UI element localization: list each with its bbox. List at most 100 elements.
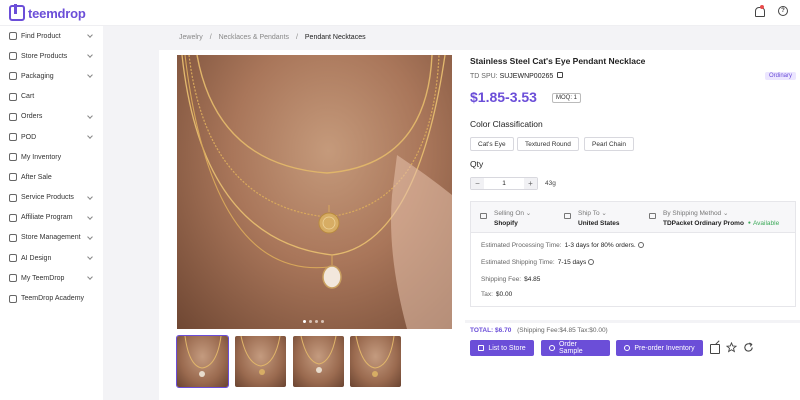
- share-icon[interactable]: [709, 342, 720, 354]
- shipping-panel: Selling On ⌄ Shopify Ship To ⌄ United St…: [470, 201, 796, 307]
- after-sale-icon: [9, 173, 17, 182]
- product-thumbnail-1[interactable]: [176, 335, 229, 388]
- ordinary-badge: Ordinary: [765, 72, 797, 80]
- sidebar-item-after-sale[interactable]: After Sale: [0, 167, 103, 187]
- sidebar-item-my-inventory[interactable]: My Inventory: [0, 147, 103, 167]
- shield-icon: [9, 52, 17, 61]
- shipping-time-value: 7-15 days: [557, 259, 587, 266]
- carousel-dot[interactable]: [303, 320, 306, 323]
- list-icon: [478, 345, 485, 351]
- color-option-cats-eye[interactable]: Cat's Eye: [470, 137, 514, 151]
- sidebar-item-pod[interactable]: POD: [0, 127, 103, 147]
- breadcrumb-separator: /: [295, 34, 298, 41]
- tax-row: Tax: $0.00: [481, 291, 512, 298]
- sidebar-item-affiliate-program[interactable]: Affiliate Program: [0, 208, 103, 228]
- color-option-pearl-chain[interactable]: Pearl Chain: [584, 137, 634, 151]
- availability-status: Available: [748, 220, 779, 227]
- order-sample-button[interactable]: Order Sample: [541, 340, 610, 356]
- ship-to-value: United States: [578, 220, 620, 227]
- chevron-down-icon: [87, 32, 93, 38]
- carousel-dot[interactable]: [315, 320, 318, 323]
- user-icon: [9, 274, 17, 283]
- product-thumbnail-2[interactable]: [235, 336, 286, 387]
- shipping-method-icon: [649, 213, 656, 219]
- chevron-down-icon: [87, 193, 93, 200]
- tax-label: Tax:: [481, 291, 493, 298]
- product-thumbnail-4[interactable]: [350, 336, 401, 387]
- ship-to-label: Ship To: [578, 210, 600, 217]
- info-icon[interactable]: [637, 242, 644, 248]
- sidebar-item-ai-design[interactable]: AI Design: [0, 248, 103, 268]
- list-to-store-button[interactable]: List to Store: [470, 340, 534, 356]
- sidebar-item-find-product[interactable]: Find Product: [0, 26, 103, 46]
- list-to-store-label: List to Store: [488, 344, 526, 352]
- qty-increment-button[interactable]: +: [524, 178, 537, 189]
- total-detail: (Shipping Fee:$4.85 Tax:$0.00): [517, 327, 608, 334]
- affiliate-icon: [9, 213, 17, 222]
- total-label: TOTAL:: [470, 327, 494, 334]
- product-spu: TD SPU: SUJEWNP00265: [470, 72, 564, 80]
- sidebar-item-orders[interactable]: Orders: [0, 107, 103, 127]
- preorder-inventory-button[interactable]: Pre-order Inventory: [616, 340, 703, 356]
- color-option-textured-round[interactable]: Textured Round: [517, 137, 579, 151]
- sidebar-item-teemdrop-academy[interactable]: TeemDrop Academy: [0, 288, 103, 308]
- sidebar-item-store-management[interactable]: Store Management: [0, 228, 103, 248]
- sidebar-item-my-teemdrop[interactable]: My TeemDrop: [0, 268, 103, 288]
- chevron-down-icon: [87, 254, 93, 260]
- logo-text: teemdrop: [28, 5, 86, 21]
- chevron-down-icon: [87, 213, 93, 220]
- product-title: Stainless Steel Cat's Eye Pendant Neckla…: [470, 56, 646, 66]
- color-classification-label: Color Classification: [470, 119, 543, 129]
- sidebar-item-store-products[interactable]: Store Products: [0, 46, 103, 66]
- star-icon[interactable]: [725, 341, 738, 353]
- processing-time-label: Estimated Processing Time:: [481, 242, 562, 249]
- shipping-fee-label: Shipping Fee:: [481, 276, 522, 283]
- chevron-down-icon: [87, 133, 93, 139]
- sidebar-item-label: Affiliate Program: [21, 214, 73, 222]
- selling-on-value: Shopify: [494, 220, 518, 227]
- sidebar-item-label: POD: [21, 133, 37, 141]
- product-thumbnail-3[interactable]: [293, 336, 344, 387]
- sidebar-item-packaging[interactable]: Packaging: [0, 66, 103, 86]
- sidebar-item-cart[interactable]: Cart: [0, 87, 103, 107]
- orders-icon: [9, 112, 17, 121]
- info-icon[interactable]: [588, 259, 595, 265]
- order-sample-label: Order Sample: [558, 341, 583, 355]
- sidebar-item-service-products[interactable]: Service Products: [0, 188, 103, 208]
- breadcrumb-item-jewelry[interactable]: Jewelry: [179, 34, 203, 41]
- shipping-selectors: Selling On ⌄ Shopify Ship To ⌄ United St…: [471, 202, 795, 233]
- inventory-icon: [9, 153, 17, 162]
- pod-icon: [9, 133, 17, 142]
- shipping-method-label: By Shipping Method: [663, 210, 722, 217]
- breadcrumb: Jewelry / Necklaces & Pendants / Pendant…: [179, 34, 366, 41]
- cart-icon: [9, 92, 17, 101]
- teemdrop-logo[interactable]: teemdrop: [9, 4, 86, 21]
- carousel-dot[interactable]: [321, 320, 324, 323]
- shipping-method-value: TDPacket Ordinary Promo: [663, 220, 744, 227]
- help-icon[interactable]: ?: [778, 6, 790, 18]
- chevron-down-icon: [87, 72, 93, 79]
- qty-input[interactable]: 1: [484, 180, 524, 187]
- chevron-down-icon: [87, 274, 93, 281]
- product-main-image[interactable]: [177, 55, 452, 329]
- search-icon: [9, 32, 17, 41]
- breadcrumb-item-necklaces[interactable]: Necklaces & Pendants: [219, 34, 289, 41]
- bell-icon[interactable]: [753, 5, 765, 18]
- chevron-down-icon: [87, 234, 93, 240]
- logo-mark-icon: [9, 4, 25, 21]
- qty-decrement-button[interactable]: −: [471, 178, 484, 189]
- chevron-down-icon: [87, 112, 93, 119]
- refresh-icon[interactable]: [743, 342, 754, 353]
- copy-icon[interactable]: [557, 72, 564, 78]
- sidebar-item-label: Packaging: [21, 72, 54, 80]
- necklace-illustration: [181, 55, 452, 329]
- sidebar: Find Product Store Products Packaging Cart O…: [0, 26, 103, 400]
- product-price: $1.85-3.53: [470, 89, 537, 105]
- sidebar-item-label: After Sale: [21, 173, 52, 181]
- truck-icon: [564, 213, 571, 219]
- carousel-dot[interactable]: [309, 320, 312, 323]
- shipping-time-row: Estimated Shipping Time: 7-15 days: [481, 259, 595, 266]
- qty-label: Qty: [470, 159, 484, 169]
- store-icon: [9, 233, 17, 242]
- shipping-fee-value: $4.85: [524, 276, 541, 283]
